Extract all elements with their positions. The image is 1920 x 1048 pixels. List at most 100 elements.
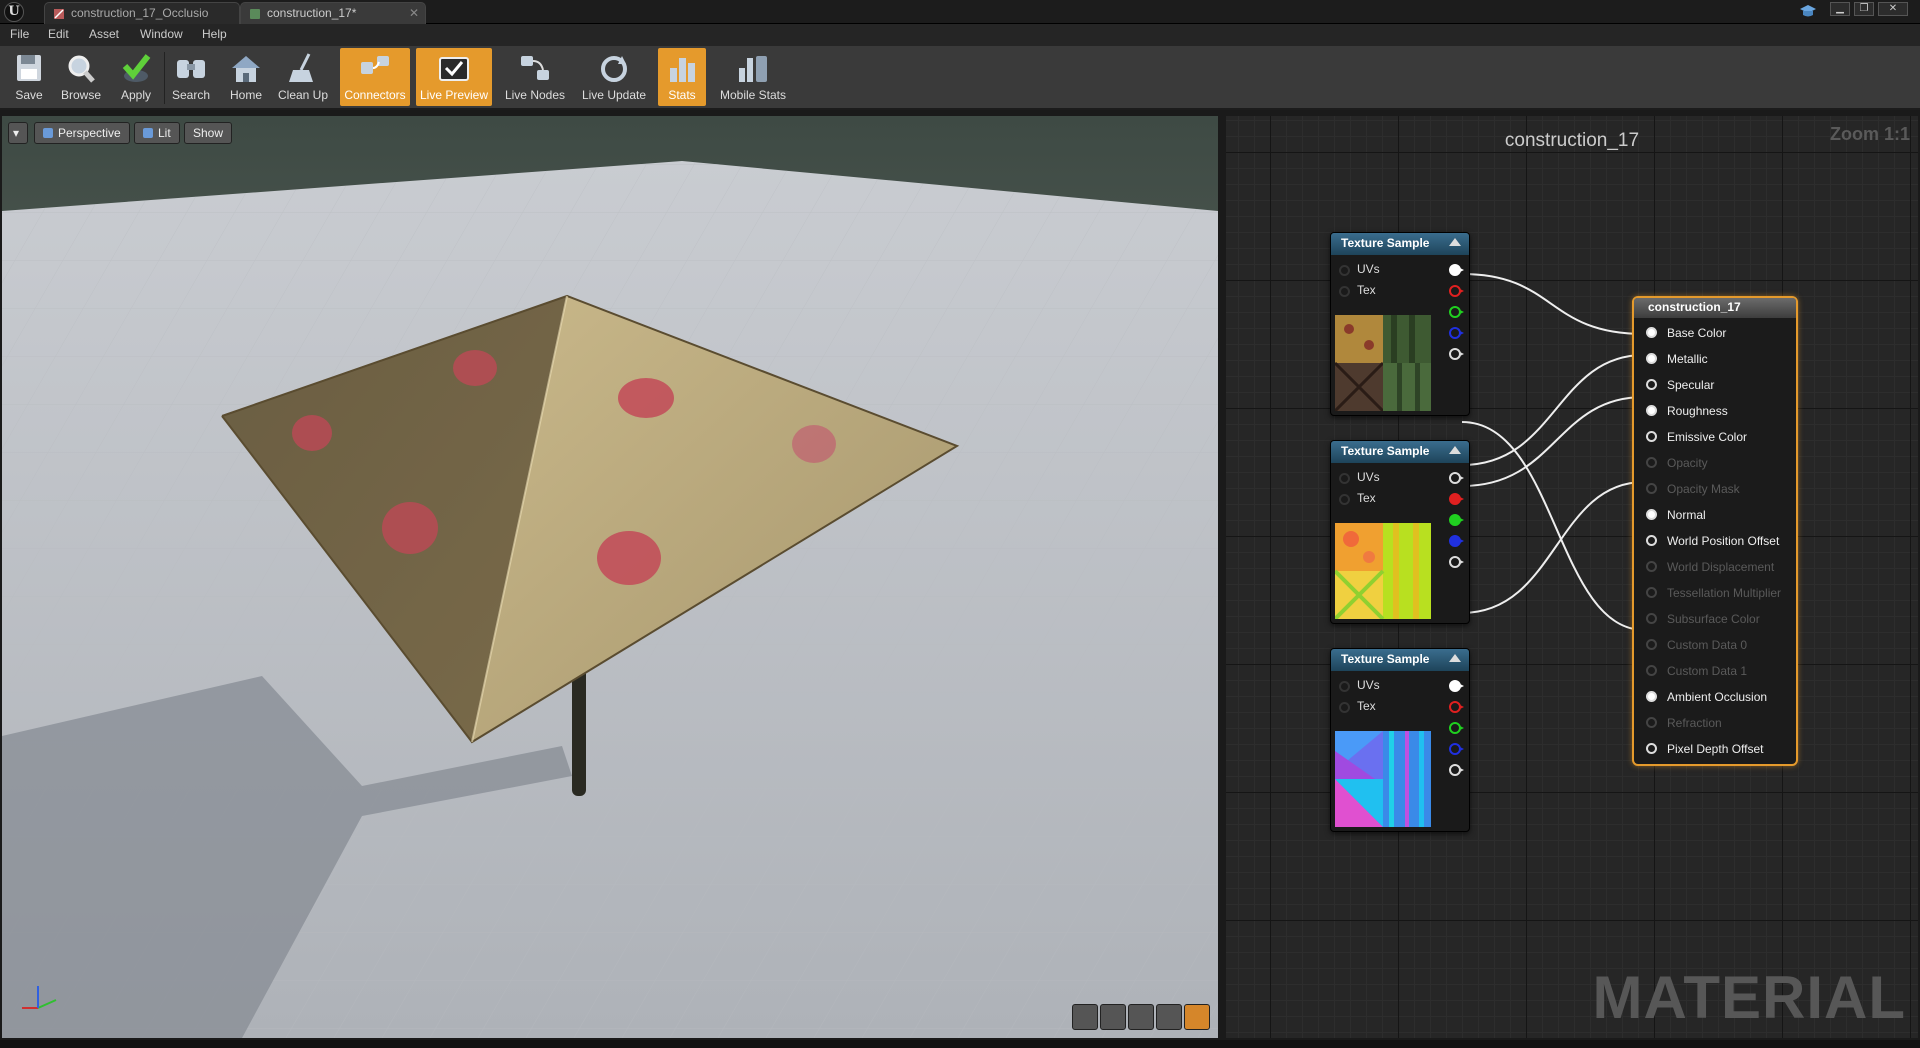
material-input-label: Pixel Depth Offset xyxy=(1667,742,1764,756)
red-output-pin[interactable] xyxy=(1449,701,1464,713)
material-input-pin[interactable] xyxy=(1646,405,1657,416)
close-window-icon[interactable]: ✕ xyxy=(1878,2,1908,16)
viewport-options-dropdown[interactable]: ▾ xyxy=(8,122,28,144)
alpha-output-pin[interactable] xyxy=(1449,348,1464,360)
menu-edit[interactable]: Edit xyxy=(48,27,69,41)
material-input-pin[interactable] xyxy=(1646,509,1657,520)
maximize-icon[interactable]: ❐ xyxy=(1854,2,1874,16)
browse-button[interactable]: Browse xyxy=(56,48,106,106)
tex-input-pin[interactable] xyxy=(1339,702,1350,713)
menu-window[interactable]: Window xyxy=(140,27,183,41)
material-input-row[interactable]: Specular xyxy=(1646,378,1714,392)
material-input-row[interactable]: Ambient Occlusion xyxy=(1646,690,1767,704)
save-button[interactable]: Save xyxy=(6,48,52,106)
collapse-icon[interactable] xyxy=(1449,238,1461,246)
menu-file[interactable]: File xyxy=(10,27,29,41)
texture-asset-icon xyxy=(54,9,64,19)
material-input-row[interactable]: Emissive Color xyxy=(1646,430,1747,444)
graduation-cap-icon[interactable] xyxy=(1798,2,1818,20)
material-input-label: Metallic xyxy=(1667,352,1708,366)
clean-up-button[interactable]: Clean Up xyxy=(274,48,332,106)
sphere-preview-icon[interactable] xyxy=(1100,1004,1126,1030)
live-update-icon xyxy=(601,56,627,82)
material-input-pin[interactable] xyxy=(1646,431,1657,442)
perspective-label: Perspective xyxy=(58,126,121,140)
texture-sample-node[interactable]: Texture Sample UVs Tex xyxy=(1330,648,1470,832)
blue-output-pin[interactable] xyxy=(1449,743,1464,755)
material-input-pin[interactable] xyxy=(1646,327,1657,338)
close-tab-icon[interactable]: ✕ xyxy=(409,6,419,20)
material-watermark: MATERIAL xyxy=(1592,964,1906,1031)
apply-button[interactable]: Apply xyxy=(112,48,160,106)
perspective-button[interactable]: Perspective xyxy=(34,122,130,144)
red-output-pin[interactable] xyxy=(1449,493,1464,505)
blue-output-pin[interactable] xyxy=(1449,535,1464,547)
custom-mesh-preview-icon[interactable] xyxy=(1184,1004,1210,1030)
rgb-output-pin[interactable] xyxy=(1449,680,1464,692)
green-output-pin[interactable] xyxy=(1449,514,1464,526)
material-result-node[interactable]: construction_17 Base Color Metallic Specul… xyxy=(1632,296,1798,766)
material-input-row[interactable]: Base Color xyxy=(1646,326,1726,340)
uvs-input-pin[interactable] xyxy=(1339,681,1350,692)
stats-button[interactable]: Stats xyxy=(658,48,706,106)
rgb-output-pin[interactable] xyxy=(1449,472,1464,484)
material-input-label: Emissive Color xyxy=(1667,430,1748,444)
alpha-output-pin[interactable] xyxy=(1449,556,1464,568)
cube-preview-icon[interactable] xyxy=(1156,1004,1182,1030)
uvs-input-pin[interactable] xyxy=(1339,473,1350,484)
connectors-button[interactable]: Connectors xyxy=(340,48,410,106)
material-input-row[interactable]: Normal xyxy=(1646,508,1706,522)
live-preview-button[interactable]: Live Preview xyxy=(416,48,492,106)
green-output-pin[interactable] xyxy=(1449,306,1464,318)
material-input-row[interactable]: Roughness xyxy=(1646,404,1728,418)
material-node-title: construction_17 xyxy=(1634,298,1796,318)
material-input-label: Refraction xyxy=(1667,716,1722,730)
show-button[interactable]: Show xyxy=(184,122,233,144)
preview-viewport[interactable]: ▾ Perspective Lit Show xyxy=(0,114,1220,1040)
collapse-icon[interactable] xyxy=(1449,446,1461,454)
search-button[interactable]: Search xyxy=(168,48,214,106)
material-input-row[interactable]: Metallic xyxy=(1646,352,1708,366)
menu-help[interactable]: Help xyxy=(202,27,227,41)
lit-button[interactable]: Lit xyxy=(134,122,180,144)
alpha-output-pin[interactable] xyxy=(1449,764,1464,776)
material-input-label: World Displacement xyxy=(1667,560,1775,574)
material-input-pin[interactable] xyxy=(1646,353,1657,364)
live-nodes-label: Live Nodes xyxy=(504,88,566,102)
tex-label: Tex xyxy=(1357,491,1376,505)
tex-input-pin[interactable] xyxy=(1339,494,1350,505)
material-input-pin[interactable] xyxy=(1646,535,1657,546)
collapse-icon[interactable] xyxy=(1449,654,1461,662)
tab-occlusion[interactable]: construction_17_Occlusio xyxy=(44,2,240,24)
material-input-row[interactable]: Pixel Depth Offset xyxy=(1646,742,1764,756)
red-output-pin[interactable] xyxy=(1449,285,1464,297)
tex-input-pin[interactable] xyxy=(1339,286,1350,297)
lit-label: Lit xyxy=(158,126,171,140)
texture-sample-node[interactable]: Texture Sample UVs Tex xyxy=(1330,232,1470,416)
uvs-label: UVs xyxy=(1357,262,1380,276)
mobile-stats-button[interactable]: Mobile Stats xyxy=(712,48,794,106)
toolbar-separator xyxy=(164,52,165,104)
material-input-pin[interactable] xyxy=(1646,691,1657,702)
menu-asset[interactable]: Asset xyxy=(89,27,119,41)
home-button[interactable]: Home xyxy=(222,48,270,106)
material-input-pin[interactable] xyxy=(1646,379,1657,390)
tab-material[interactable]: construction_17* ✕ xyxy=(240,2,426,24)
live-nodes-button[interactable]: Live Nodes xyxy=(498,48,572,106)
rgb-output-pin[interactable] xyxy=(1449,264,1464,276)
texture-sample-node[interactable]: Texture Sample UVs Tex xyxy=(1330,440,1470,624)
live-update-button[interactable]: Live Update xyxy=(578,48,650,106)
plane-preview-icon[interactable] xyxy=(1128,1004,1154,1030)
title-bar: U construction_17_Occlusio construction_… xyxy=(0,0,1920,24)
material-input-pin xyxy=(1646,665,1657,676)
minimize-icon[interactable]: ▁ xyxy=(1830,2,1850,16)
blue-output-pin[interactable] xyxy=(1449,327,1464,339)
material-input-pin[interactable] xyxy=(1646,743,1657,754)
uvs-input-pin[interactable] xyxy=(1339,265,1350,276)
material-input-label: Custom Data 1 xyxy=(1667,664,1748,678)
uvs-label: UVs xyxy=(1357,470,1380,484)
green-output-pin[interactable] xyxy=(1449,722,1464,734)
material-input-row[interactable]: World Position Offset xyxy=(1646,534,1779,548)
cylinder-preview-icon[interactable] xyxy=(1072,1004,1098,1030)
material-graph-panel[interactable]: construction_17 Zoom 1:1 Texture Sample … xyxy=(1224,114,1920,1040)
